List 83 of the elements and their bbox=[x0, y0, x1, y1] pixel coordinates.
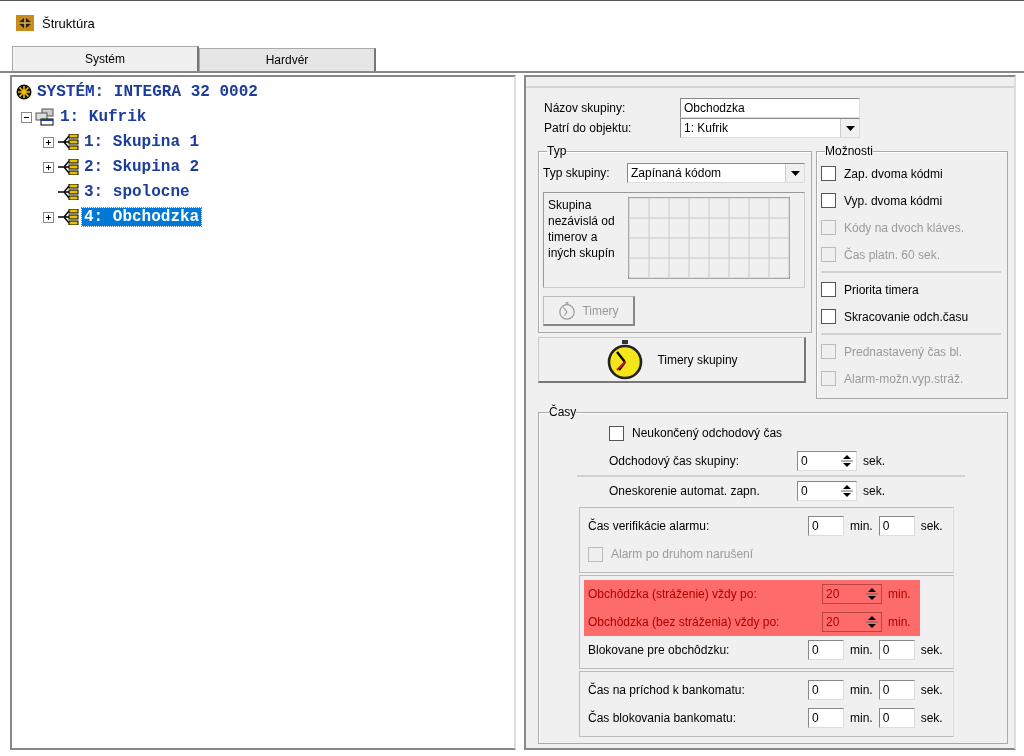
field-label: Obchôdzka (stráženie) vždy po: bbox=[588, 587, 758, 601]
unit-label: min. bbox=[850, 711, 873, 725]
expander-icon[interactable] bbox=[43, 136, 54, 148]
checkbox-label: Priorita timera bbox=[844, 282, 919, 297]
spin-arrows-icon[interactable] bbox=[840, 453, 854, 469]
tree-item[interactable]: 1: Skupina 1 bbox=[82, 133, 202, 151]
field-label: Čas na príchod k bankomatu: bbox=[588, 683, 746, 697]
spin-arrows-icon[interactable] bbox=[840, 483, 854, 499]
number-field[interactable]: 0 bbox=[878, 640, 915, 660]
branch-icon bbox=[57, 184, 79, 200]
field-label: Blokovane pre obchôdzku: bbox=[588, 643, 731, 657]
checkbox[interactable] bbox=[821, 193, 836, 208]
tree-item[interactable]: 1: Kufrik bbox=[58, 108, 149, 126]
type-dropdown[interactable]: Zapínaná kódom bbox=[627, 163, 805, 183]
unit-label: sek. bbox=[920, 683, 943, 697]
unit-label: min. bbox=[850, 519, 873, 533]
checkbox-label: Alarm-možn.vyp.stráž. bbox=[844, 371, 964, 386]
number-field[interactable]: 0 bbox=[878, 680, 915, 700]
checkbox[interactable] bbox=[609, 425, 624, 441]
spin-arrows-icon[interactable] bbox=[865, 614, 879, 630]
checkbox-label: Alarm po druhom narušení bbox=[611, 547, 754, 561]
group-title: Možnosti bbox=[825, 144, 874, 158]
unit-label: min. bbox=[850, 643, 873, 657]
tab[interactable]: Hardvér bbox=[199, 48, 376, 71]
window-title: Štruktúra bbox=[42, 15, 95, 31]
checkbox-label: Čas platn. 60 sek. bbox=[844, 247, 941, 262]
tree-item[interactable]: SYSTÉM: INTEGRA 32 0002 bbox=[35, 83, 260, 101]
unit-label: sek. bbox=[863, 454, 885, 468]
number-field[interactable]: 0 bbox=[808, 680, 844, 700]
field-label: Typ skupiny: bbox=[543, 166, 611, 180]
number-field[interactable]: 0 bbox=[808, 640, 844, 660]
number-field[interactable]: 0 bbox=[878, 708, 915, 728]
branch-icon bbox=[57, 209, 79, 225]
tree-item[interactable]: 4: Obchodzka bbox=[82, 208, 202, 226]
checkbox-label: Kódy na dvoch kláves. bbox=[844, 220, 965, 235]
field-label: Odchodový čas skupiny: bbox=[609, 454, 741, 468]
app-icon bbox=[16, 15, 34, 31]
caret-icon bbox=[790, 170, 800, 176]
branch-icon bbox=[57, 134, 79, 150]
unit-label: sek. bbox=[920, 711, 943, 725]
branch-icon bbox=[57, 159, 79, 175]
checkbox[interactable] bbox=[821, 309, 836, 324]
checkbox-label: Zap. dvoma kódmi bbox=[844, 166, 943, 181]
checkbox[interactable] bbox=[821, 166, 836, 181]
number-field[interactable]: 0 bbox=[808, 516, 844, 536]
tree-item[interactable]: 3: spolocne bbox=[82, 183, 192, 201]
spin-arrows-icon[interactable] bbox=[865, 586, 879, 602]
name-field[interactable]: Obchodzka bbox=[680, 98, 860, 118]
field-label: Obchôdzka (bez stráženia) vždy po: bbox=[588, 615, 781, 629]
spin-field[interactable]: 0 bbox=[797, 451, 857, 471]
system-icon bbox=[16, 84, 32, 100]
computers-icon bbox=[35, 108, 55, 126]
tab[interactable]: Systém bbox=[12, 46, 199, 71]
field-label: Oneskorenie automat. zapn. bbox=[609, 484, 761, 498]
group-title: Časy bbox=[549, 405, 577, 419]
expander-icon[interactable] bbox=[21, 111, 32, 123]
unit-label: sek. bbox=[920, 643, 943, 657]
caret-icon bbox=[845, 125, 855, 131]
field-label: Čas blokovania bankomatu: bbox=[588, 711, 738, 725]
group-title: Typ bbox=[547, 144, 567, 158]
number-field[interactable]: 0 bbox=[878, 516, 915, 536]
unit-label: sek. bbox=[863, 484, 885, 498]
timer-icon bbox=[558, 301, 577, 320]
spin-field[interactable]: 0 bbox=[797, 481, 857, 501]
field-label: Patrí do objektu: bbox=[543, 121, 633, 135]
object-dropdown[interactable]: 1: Kufrik bbox=[680, 118, 860, 138]
checkbox-label: Neukončený odchodový čas bbox=[632, 426, 783, 440]
checkbox[interactable] bbox=[821, 282, 836, 297]
unit-label: min. bbox=[850, 683, 873, 697]
description-text: Skupina nezávislá od timerov a iných skupín bbox=[548, 197, 616, 262]
group-timers-button[interactable]: Timery skupiny bbox=[538, 337, 806, 383]
field-label: Názov skupiny: bbox=[543, 101, 627, 115]
checkbox-label: Skracovanie odch.času bbox=[844, 309, 969, 324]
expander-icon[interactable] bbox=[43, 161, 54, 173]
unit-label: sek. bbox=[920, 519, 943, 533]
unit-label: min. bbox=[888, 615, 911, 629]
unit-label: min. bbox=[888, 587, 911, 601]
expander-icon[interactable] bbox=[43, 211, 54, 223]
number-field[interactable]: 0 bbox=[808, 708, 844, 728]
field-label: Čas verifikácie alarmu: bbox=[588, 519, 711, 533]
checkbox-label: Vyp. dvoma kódmi bbox=[844, 193, 943, 208]
checkbox-label: Prednastavený čas bl. bbox=[844, 344, 963, 359]
tree-item[interactable]: 2: Skupina 2 bbox=[82, 158, 202, 176]
